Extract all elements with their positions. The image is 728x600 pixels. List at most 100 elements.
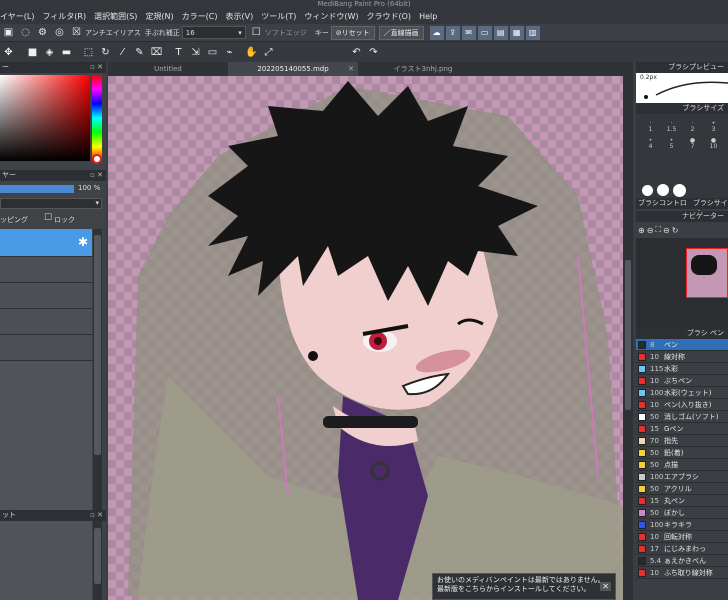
menu-tool[interactable]: ツール(T) (261, 11, 296, 22)
brush-item[interactable]: 10 ふち取り線対称 (636, 567, 728, 579)
hand-icon[interactable]: ✋ (244, 45, 259, 60)
direct-draw-button[interactable]: ／直線描画 (378, 25, 424, 40)
layer-item[interactable] (0, 257, 92, 283)
close-icon[interactable]: ✕ (348, 62, 354, 76)
select-pen-icon[interactable]: ✎ (132, 45, 147, 60)
brush-item[interactable]: 100 キラキラ (636, 519, 728, 531)
brush-item[interactable]: 50 点描 (636, 459, 728, 471)
brush-item[interactable]: 17 にじみまわっ (636, 543, 728, 555)
gear-icon[interactable]: ⚙ (35, 25, 50, 40)
layer-scrollbar[interactable] (93, 229, 102, 541)
menu-help[interactable]: Help (419, 12, 437, 21)
size-option[interactable]: ● 10 (703, 137, 724, 150)
brush-item[interactable]: 70 指先 (636, 435, 728, 447)
tab-brush-control[interactable]: ブラシコントロール (638, 198, 691, 218)
canvas[interactable] (108, 76, 623, 600)
chat-icon[interactable]: ▭ (477, 25, 492, 40)
zoom-out-icon[interactable]: ⊖ (647, 226, 654, 235)
gradient-icon[interactable]: ▬ (59, 45, 74, 60)
layer-scroll-thumb[interactable] (94, 235, 101, 455)
panel-icon[interactable]: ▥ (525, 25, 540, 40)
layer-item[interactable] (0, 283, 92, 309)
brush-item[interactable]: 50 ぼかし (636, 507, 728, 519)
undo-icon[interactable]: ↶ (349, 45, 364, 60)
material-scrollbar[interactable] (93, 524, 102, 600)
tab-mdp[interactable]: 202205140055.mdp ✕ (228, 62, 358, 76)
select-icon[interactable]: ⬚ (81, 45, 96, 60)
operation-icon[interactable]: ⇲ (188, 45, 203, 60)
select-rect-icon[interactable]: ▣ (1, 25, 16, 40)
brush-item[interactable]: 8 ペン (636, 339, 728, 351)
brush-item[interactable]: 115 水彩 (636, 363, 728, 375)
size-option[interactable]: ● 7 (682, 137, 703, 150)
brush-item[interactable]: 10 線対称 (636, 351, 728, 363)
brush-item[interactable]: 50 消しゴム(ソフト) (636, 411, 728, 423)
reset-button[interactable]: ⊘ リセット (330, 25, 375, 40)
size-option[interactable]: • 3 (703, 120, 724, 133)
brush-item[interactable]: 10 ぶちペン (636, 375, 728, 387)
comment-icon[interactable]: ✉ (461, 25, 476, 40)
brush-item[interactable]: 15 Gペン (636, 423, 728, 435)
divide-icon[interactable]: ▭ (205, 45, 220, 60)
document-icon[interactable]: ▤ (493, 25, 508, 40)
blend-mode-select[interactable]: ▾ (0, 198, 102, 209)
clipping-label[interactable]: ッピング (0, 215, 28, 225)
brush-item[interactable]: 10 回転対称 (636, 531, 728, 543)
layer-item[interactable] (0, 309, 92, 335)
redo-icon[interactable]: ↷ (366, 45, 381, 60)
brush-item[interactable]: 10 ペン(入り抜き) (636, 399, 728, 411)
canvas-scroll-thumb[interactable] (625, 260, 631, 410)
fill-rect-icon[interactable]: ■ (25, 45, 40, 60)
lasso-icon[interactable]: ◌ (18, 25, 33, 40)
menu-view[interactable]: 表示(V) (226, 11, 254, 22)
menu-layer[interactable]: イヤー(L) (0, 11, 34, 22)
zoom-icon[interactable]: ⤢ (261, 45, 276, 60)
brush-item[interactable]: 15 丸ペン (636, 495, 728, 507)
move-icon[interactable]: ✥ (1, 45, 16, 60)
stabilizer-select[interactable]: 16 ▾ (181, 26, 246, 39)
tab-brush-size[interactable]: ブラシサイズ (693, 198, 728, 218)
gear-icon[interactable]: ✱ (78, 235, 88, 249)
brush-item[interactable]: 100 エアブラシ (636, 471, 728, 483)
zoom-search-icon[interactable]: ⊖ (663, 226, 670, 235)
menu-color[interactable]: カラー(C) (182, 11, 218, 22)
size-option[interactable]: · 1 (640, 120, 661, 133)
hue-slider[interactable] (92, 75, 102, 161)
update-notice[interactable]: お使いのメディバンペイントは最新ではありません。 最新版をこちらからインストール… (432, 573, 616, 600)
panel-controls-icon[interactable]: ▫ ✕ (90, 62, 103, 73)
menu-ruler[interactable]: 定規(N) (145, 11, 173, 22)
panel-controls-icon[interactable]: ▫ ✕ (90, 510, 103, 521)
brush-item[interactable]: 50 鉛(着) (636, 447, 728, 459)
color-picker[interactable] (0, 75, 90, 161)
opacity-slider[interactable] (0, 185, 74, 193)
fit-icon[interactable]: ⛶ (655, 225, 661, 235)
brush-item[interactable]: 50 アクリル (636, 483, 728, 495)
navigator-preview[interactable] (636, 238, 728, 328)
share-icon[interactable]: ⇪ (445, 25, 460, 40)
wand-icon[interactable]: ⁄ (115, 45, 130, 60)
menu-filter[interactable]: フィルタ(R) (42, 11, 86, 22)
bucket-icon[interactable]: ◈ (42, 45, 57, 60)
checkbox-soft-edge[interactable]: ☐ (249, 25, 264, 40)
lasso-select-icon[interactable]: ↻ (98, 45, 113, 60)
text-icon[interactable]: T (171, 45, 186, 60)
material-scroll-thumb[interactable] (94, 528, 101, 584)
size-option[interactable]: · 2 (682, 120, 703, 133)
menu-window[interactable]: ウィンドウ(W) (304, 11, 358, 22)
navigator-viewport[interactable] (686, 248, 728, 298)
size-circle-icon[interactable] (657, 184, 669, 196)
brush-item[interactable]: 100 水彩(ウェット) (636, 387, 728, 399)
color-swatch-icon[interactable] (92, 154, 102, 164)
checkbox-antialias[interactable]: ☒ (69, 25, 84, 40)
size-option[interactable]: • 5 (661, 137, 682, 150)
eyedropper-icon[interactable]: ⌁ (222, 45, 237, 60)
circle-icon[interactable]: ◎ (52, 25, 67, 40)
size-option[interactable]: • 4 (640, 137, 661, 150)
menu-cloud[interactable]: クラウド(O) (367, 11, 412, 22)
rotate-icon[interactable]: ↻ (672, 226, 679, 235)
select-eraser-icon[interactable]: ⌧ (149, 45, 164, 60)
panel-controls-icon[interactable]: ▫ ✕ (90, 170, 103, 181)
tab-untitled[interactable]: Untitled (108, 62, 228, 76)
size-option[interactable]: · 1.5 (661, 120, 682, 133)
menu-select[interactable]: 選択範囲(S) (94, 11, 137, 22)
